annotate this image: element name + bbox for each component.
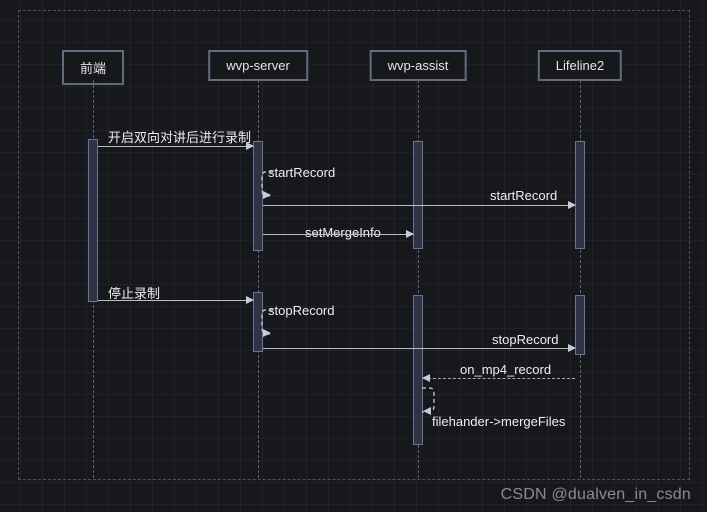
activation-bar [413,141,423,249]
msg-label: startRecord [490,188,557,203]
activation-bar [575,295,585,355]
activation-bar [575,141,585,249]
msg-arrow [423,378,575,379]
msg-arrow [263,348,575,349]
msg-label: 开启双向对讲后进行录制 [108,127,251,146]
msg-arrow [263,234,413,235]
msg-arrow [98,300,253,301]
participant-wvpserver: wvp-server [208,50,308,81]
participant-wvpassist: wvp-assist [370,50,467,81]
msg-arrow [263,205,575,206]
msg-label: setMergeInfo [305,225,381,240]
msg-label: on_mp4_record [460,362,551,377]
lifeline-lifeline2 [580,80,581,478]
msg-arrow [98,146,253,147]
msg-label: filehander->mergeFiles [432,414,565,429]
activation-bar [413,295,423,445]
participant-lifeline2: Lifeline2 [538,50,622,81]
msg-label: stopRecord [492,332,558,347]
activation-bar [88,139,98,302]
lifeline-wvpserver [258,80,259,478]
watermark: CSDN @dualven_in_csdn [501,486,691,504]
